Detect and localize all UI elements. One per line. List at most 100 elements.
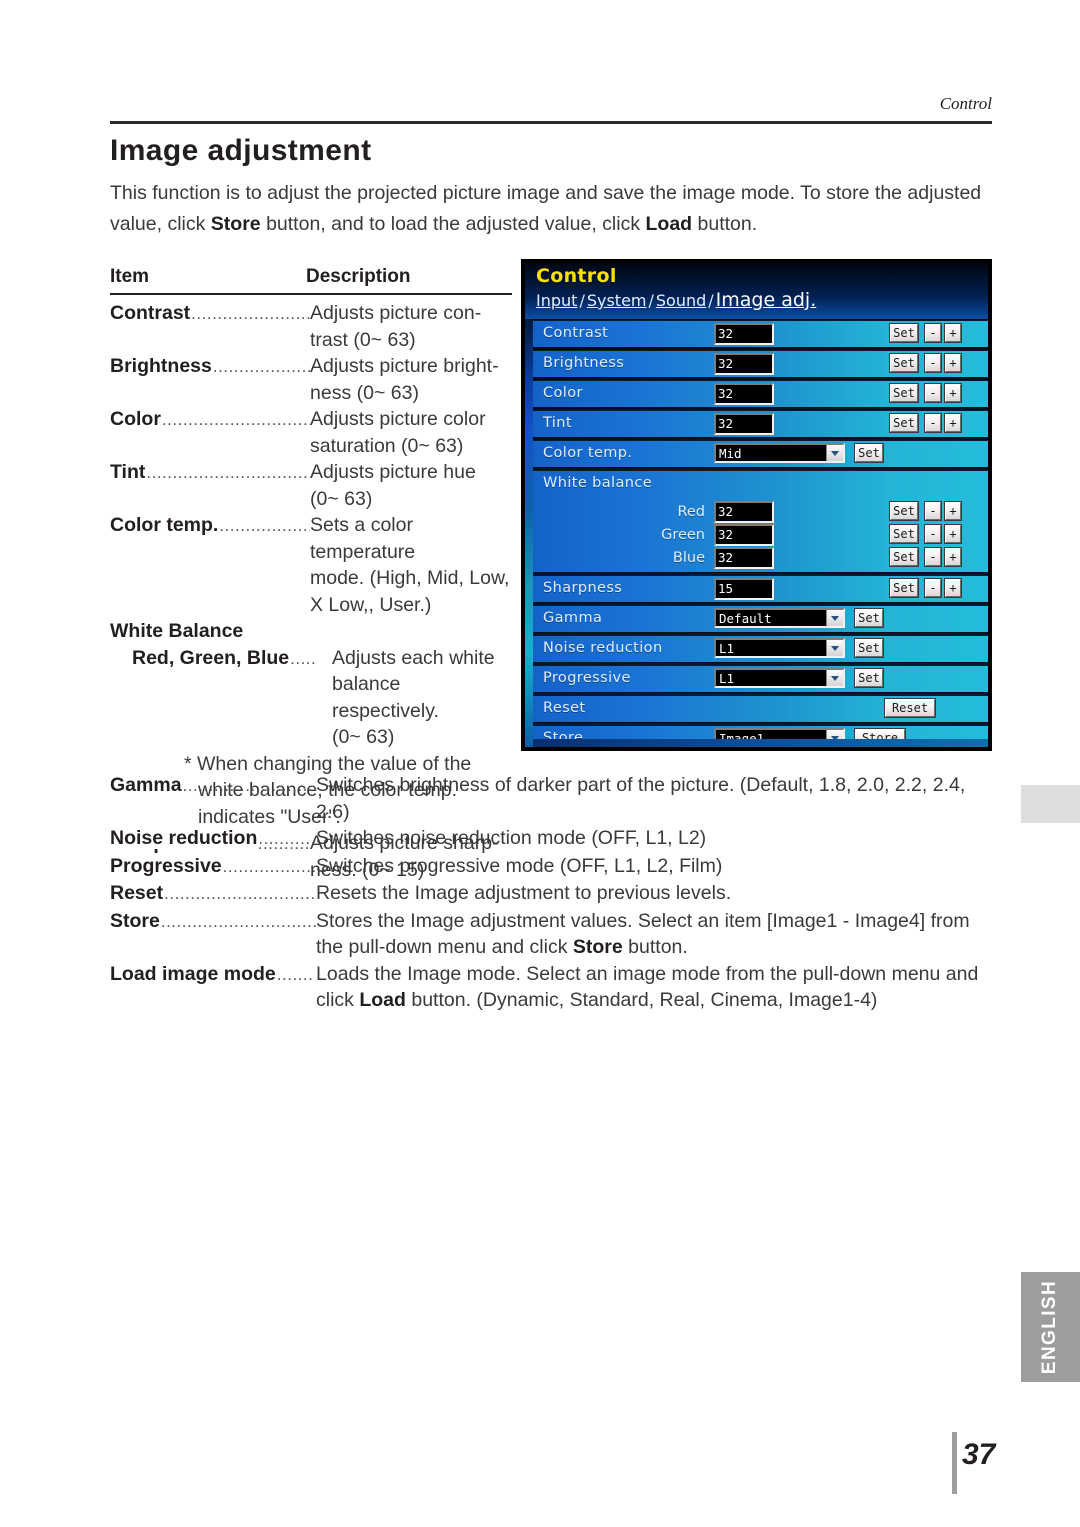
value-input-blue[interactable]: 32 [714,547,774,569]
row-description: Switches brightness of darker part of th… [316,772,1000,825]
setting-label: Reset [543,700,586,716]
running-head: Control [939,94,992,113]
value-input[interactable]: 15 [714,578,774,600]
description-line: trast (0~ 63) [310,328,416,351]
breadcrumb-separator-3: / [708,291,714,310]
value-input[interactable]: 32 [714,383,774,405]
row-item-name: Color [110,408,162,430]
set-button[interactable]: Set [854,443,884,463]
row-item-name: Store [110,909,161,932]
value-input[interactable]: 32 [714,413,774,435]
table-row: Load image mode....... Loads the Image mo… [110,961,1000,1014]
dropdown-select[interactable]: L1 [714,638,845,658]
set-button[interactable]: Set [854,638,884,658]
increment-button[interactable]: + [944,383,962,403]
setting-label: White balance [543,475,653,491]
row-item-name: Color temp. [110,514,220,536]
chevron-down-icon[interactable] [826,640,843,656]
setting-row-contrast: Contrast 32 Set - + [533,320,988,348]
set-button[interactable]: Set [889,323,919,343]
projector-web-ui-screenshot: Control Input / System / Sound / Image adj. Co… [521,259,992,751]
setting-label: Contrast [543,325,609,341]
row-item-label: Color................................... [110,406,310,434]
row-item-label: Reset................................... [110,880,316,908]
decrement-button[interactable]: - [924,323,942,343]
intro-text-3: button. [692,213,758,235]
settings-row-list: Contrast 32 Set - + Brightness 32 Set - + Color 32 S… [533,320,988,747]
increment-button[interactable]: + [944,323,962,343]
row-item-label: Load image mode....... [110,961,316,989]
breadcrumb-link-system[interactable]: System [587,291,647,310]
sub-label-blue: Blue [672,550,705,566]
row-item-label: Color temp....................... [110,512,310,540]
increment-button[interactable]: + [944,578,962,598]
table-row: Color...................................… [110,406,512,459]
decrement-button-blue[interactable]: - [924,547,942,567]
web-ui-footer-bar [533,739,988,747]
value-input[interactable]: 32 [714,353,774,375]
decrement-button[interactable]: - [924,383,942,403]
table-header-row: Item Description [110,266,512,293]
decrement-button[interactable]: - [924,578,942,598]
setting-row-color: Color 32 Set - + [533,380,988,408]
chevron-down-icon[interactable] [826,445,843,461]
description-line: Switches brightness of darker part of th… [316,774,966,823]
setting-row-noise-reduction: Noise reduction L1 Set [533,635,988,663]
inline-emphasis: Load [359,989,406,1011]
set-button[interactable]: Set [889,578,919,598]
increment-button[interactable]: + [944,413,962,433]
table-row: Noise reduction...............Switches n… [110,825,1000,853]
sub-label-red: Red [677,504,705,520]
table-row: Store...................................… [110,908,1000,961]
row-description: Adjusts picture hue (0~ 63) [310,459,512,512]
reset-button[interactable]: Reset [884,698,936,718]
decrement-button[interactable]: - [924,413,942,433]
leader-dots: ........................ [212,357,310,376]
table-row: Brightness........................Adjust… [110,353,512,406]
table-row: Tint....................................… [110,459,512,512]
set-button[interactable]: Set [854,608,884,628]
setting-label: Color temp. [543,445,633,461]
set-button[interactable]: Set [889,353,919,373]
value-input-green[interactable]: 32 [714,524,774,546]
set-button[interactable]: Set [889,413,919,433]
value-input[interactable]: 32 [714,323,774,345]
table-header-description: Description [306,266,411,287]
value-input-red[interactable]: 32 [714,501,774,523]
increment-button-green[interactable]: + [944,524,962,544]
decrement-button-green[interactable]: - [924,524,942,544]
decrement-button[interactable]: - [924,353,942,373]
leader-dots: ....... [276,964,314,984]
dropdown-select[interactable]: Mid [714,443,845,463]
setting-label: Gamma [543,610,603,626]
row-item-name: Noise reduction [110,827,259,849]
row-description: Switches noise reduction mode (OFF, L1, … [316,825,1000,852]
increment-button[interactable]: + [944,353,962,373]
description-line: Adjusts picture hue [310,461,476,483]
dropdown-select[interactable]: Default [714,608,845,628]
row-item-label: Tint....................................… [110,459,310,487]
breadcrumb-link-input[interactable]: Input [536,291,577,310]
leader-dots: ..... [290,648,317,668]
increment-button-blue[interactable]: + [944,547,962,567]
sub-label-green: Green [661,527,705,543]
leader-dots: ................................... [161,410,310,429]
inline-emphasis: Store [572,936,623,958]
breadcrumb-link-sound[interactable]: Sound [656,291,706,310]
description-line: (0~ 63) [310,487,373,510]
chevron-down-icon[interactable] [826,610,843,626]
chevron-down-icon[interactable] [826,670,843,686]
decrement-button-red[interactable]: - [924,501,942,521]
increment-button-red[interactable]: + [944,501,962,521]
set-button[interactable]: Set [854,668,884,688]
set-button[interactable]: Set [889,383,919,403]
intro-text-2: button, and to load the adjusted value, … [260,213,646,235]
set-button-green[interactable]: Set [889,524,919,544]
description-line: Adjusts picture color [310,408,486,430]
row-description: Adjusts each white balance respectively. (… [332,645,512,751]
dropdown-select[interactable]: L1 [714,668,845,688]
leader-dots: .................................... [160,911,316,931]
set-button-blue[interactable]: Set [889,547,919,567]
set-button-red[interactable]: Set [889,501,919,521]
breadcrumb-link-image-adj[interactable]: Image adj. [716,289,817,311]
